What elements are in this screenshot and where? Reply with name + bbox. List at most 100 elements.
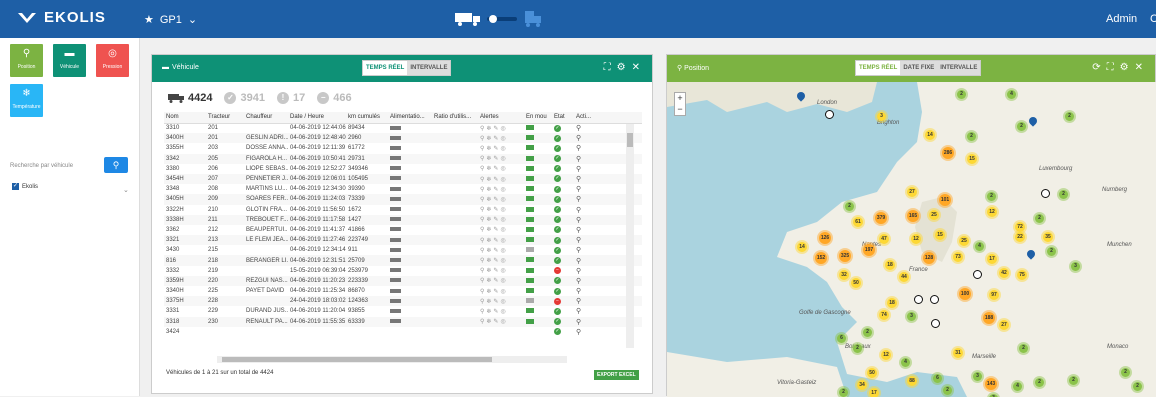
search-icon[interactable]: ⚲ [576, 166, 581, 173]
map-cluster[interactable]: 2 [863, 328, 872, 337]
mode-toggle[interactable] [455, 10, 543, 28]
action-cell[interactable]: ⚲ [574, 306, 598, 316]
map-cluster[interactable]: 6 [837, 334, 846, 343]
map-cluster[interactable]: 15 [935, 230, 945, 240]
action-cell[interactable]: ⚲ [574, 123, 598, 133]
map-cluster[interactable]: 74 [879, 310, 889, 320]
map-cluster[interactable]: 27 [999, 320, 1009, 330]
table-row[interactable]: 3355H 203 DOSSE ANNA... 04-06-2019 12:11:39… [164, 143, 642, 153]
map-cluster[interactable]: 379 [875, 212, 887, 224]
vehicle-direction-marker[interactable] [931, 319, 940, 328]
column-header[interactable]: km cumulés [346, 112, 388, 124]
toggle-switch[interactable] [487, 14, 517, 24]
map-cluster[interactable]: 2 [1059, 190, 1068, 199]
table-row[interactable]: 3380 206 LIOPE SEBAS... 04-06-2019 12:52:27… [164, 164, 642, 174]
map-cluster[interactable]: 286 [942, 147, 954, 159]
map-cluster[interactable]: 152 [815, 252, 827, 264]
user-menu-extra[interactable]: C [1150, 13, 1156, 25]
map-cluster[interactable]: 14 [797, 242, 807, 252]
map-cluster[interactable]: 2 [1019, 344, 1028, 353]
table-row[interactable]: 3310 201 04-06-2019 12:44:06 89434 ⚲❄✎◎ ✓ ⚲ [164, 123, 642, 133]
map-cluster[interactable]: 32 [839, 270, 849, 280]
search-input[interactable]: Recherche par véhicule [10, 163, 73, 169]
map-cluster[interactable]: 3 [973, 372, 982, 381]
map-cluster[interactable]: 101 [939, 194, 951, 206]
expand-icon[interactable]: ⛶ [1107, 62, 1114, 73]
action-cell[interactable]: ⚲ [574, 153, 598, 164]
group-checkbox[interactable]: ✓ Ekolis [12, 183, 38, 190]
map-cluster[interactable]: 325 [839, 250, 851, 262]
map-cluster[interactable]: 72 [1015, 222, 1025, 232]
search-button[interactable]: ⚲ [104, 157, 128, 173]
map-cluster[interactable]: 12 [881, 350, 891, 360]
map-cluster[interactable]: 22 [1015, 232, 1025, 242]
count-total[interactable]: 4424 [168, 92, 212, 104]
search-icon[interactable]: ⚲ [576, 268, 581, 275]
table-row[interactable]: 3332 219 15-05-2019 06:39:04 253979 ⚲❄✎◎ − ⚲ [164, 266, 642, 276]
search-icon[interactable]: ⚲ [576, 329, 581, 336]
gear-icon[interactable]: ⚙ [1120, 62, 1129, 73]
map-cluster[interactable]: 197 [863, 244, 875, 256]
column-header[interactable]: Alimentatio... [388, 112, 432, 124]
map-cluster[interactable]: 50 [867, 368, 877, 378]
map-cluster[interactable]: 2 [1017, 122, 1026, 131]
table-row[interactable]: 3400H 201 GESLIN ADRI... 04-06-2019 12:48:4… [164, 133, 642, 144]
map-view[interactable]: +− LondonBrightonGolfe de GascogneBordea… [667, 82, 1156, 397]
table-row[interactable]: 3424 ✓ ⚲ [164, 327, 642, 337]
table-row[interactable]: 3359H 220 REZGUI NAS... 04-06-2019 11:20:23… [164, 275, 642, 286]
zoom-in-button[interactable]: + [675, 93, 685, 104]
map-cluster[interactable]: 27 [907, 187, 917, 197]
map-cluster[interactable]: 6 [933, 374, 942, 383]
map-cluster[interactable]: 12 [911, 234, 921, 244]
search-icon[interactable]: ⚲ [576, 186, 581, 193]
action-cell[interactable]: ⚲ [574, 164, 598, 174]
action-cell[interactable]: ⚲ [574, 225, 598, 235]
map-cluster[interactable]: 75 [1017, 270, 1027, 280]
table-row[interactable]: 3321 213 LE FLEM JEA... 04-06-2019 11:27:46… [164, 235, 642, 246]
map-cluster[interactable]: 2 [1065, 112, 1074, 121]
action-cell[interactable]: ⚲ [574, 194, 598, 205]
action-cell[interactable]: ⚲ [574, 245, 598, 255]
search-icon[interactable]: ⚲ [576, 237, 581, 244]
horizontal-scrollbar[interactable] [217, 356, 567, 363]
tab-interval[interactable]: INTERVALLE [407, 61, 450, 75]
column-header[interactable]: Etat [552, 112, 574, 124]
vehicle-direction-marker[interactable] [914, 295, 923, 304]
map-cluster[interactable]: 25 [929, 210, 939, 220]
action-cell[interactable]: ⚲ [574, 296, 598, 307]
count-off[interactable]: −466 [317, 92, 352, 104]
zoom-out-button[interactable]: − [675, 104, 685, 115]
column-header[interactable]: Ratio d'utilis... [432, 112, 478, 124]
search-icon[interactable]: ⚲ [576, 247, 581, 254]
tab-realtime[interactable]: TEMPS RÉEL [363, 61, 408, 75]
action-cell[interactable]: ⚲ [574, 214, 598, 225]
map-cluster[interactable]: 4 [1007, 90, 1016, 99]
tile-pressure[interactable]: ◎ Pression [96, 44, 129, 77]
map-cluster[interactable]: 2 [1121, 368, 1130, 377]
map-cluster[interactable]: 34 [857, 380, 867, 390]
table-row[interactable]: 3348 208 MARTINS LU... 04-06-2019 12:34:30 3… [164, 184, 642, 194]
action-cell[interactable]: ⚲ [574, 143, 598, 153]
map-cluster[interactable]: 61 [853, 217, 863, 227]
action-cell[interactable]: ⚲ [574, 266, 598, 276]
map-cluster[interactable]: 15 [967, 154, 977, 164]
map-cluster[interactable]: 2 [967, 132, 976, 141]
map-cluster[interactable]: 143 [985, 378, 997, 390]
map-cluster[interactable]: 50 [851, 278, 861, 288]
search-icon[interactable]: ⚲ [576, 125, 581, 132]
search-icon[interactable]: ⚲ [576, 176, 581, 183]
map-cluster[interactable]: 44 [899, 272, 909, 282]
tab-fixed-date[interactable]: DATE FIXE [900, 61, 937, 75]
tile-temperature[interactable]: ❄ Température [10, 84, 43, 117]
chevron-down-icon[interactable]: ⌄ [123, 186, 129, 194]
column-header[interactable]: Tracteur [206, 112, 244, 124]
action-cell[interactable]: ⚲ [574, 173, 598, 185]
count-ok[interactable]: ✓ 3941 [224, 92, 265, 104]
search-icon[interactable]: ⚲ [576, 227, 581, 234]
column-header[interactable]: Date / Heure [288, 112, 346, 124]
map-cluster[interactable]: 12 [987, 207, 997, 217]
vehicle-direction-marker[interactable] [825, 110, 834, 119]
export-excel-button[interactable]: EXPORT EXCEL [594, 370, 639, 380]
map-cluster[interactable]: 47 [879, 234, 889, 244]
search-icon[interactable]: ⚲ [576, 217, 581, 224]
